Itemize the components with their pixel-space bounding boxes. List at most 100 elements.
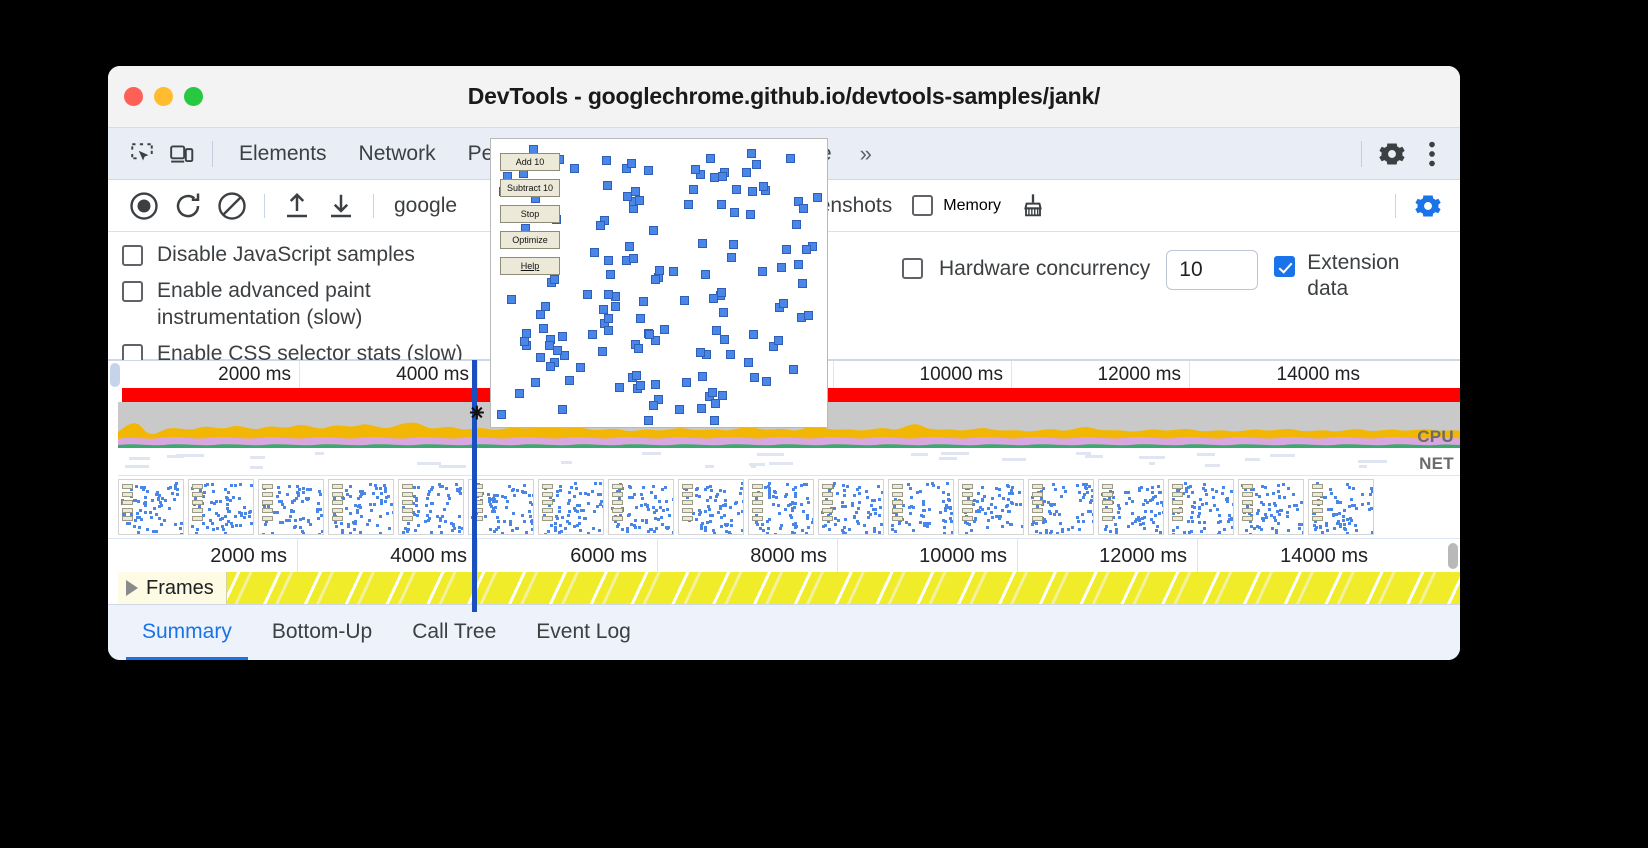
filmstrip-thumbnail[interactable] [1028, 479, 1094, 535]
filmstrip-thumbnail[interactable] [1168, 479, 1234, 535]
setting-disable-js-samples[interactable]: Disable JavaScript samples [122, 242, 542, 269]
filmstrip-thumbnail[interactable] [888, 479, 954, 535]
filmstrip-thumbnail[interactable] [538, 479, 604, 535]
filmstrip-dot [1201, 486, 1205, 490]
minimize-window-button[interactable] [154, 87, 173, 106]
disable-js-samples-checkbox[interactable] [122, 245, 143, 266]
filmstrip-mini-button [682, 508, 693, 513]
filmstrip-dot [211, 527, 215, 531]
filmstrip-dot [379, 492, 383, 496]
traffic-light-buttons[interactable] [124, 87, 203, 106]
subtract-10-button[interactable]: Subtract 10 [500, 179, 561, 197]
tab-bottom-up[interactable]: Bottom-Up [256, 605, 388, 661]
hardware-concurrency-checkbox[interactable] [902, 258, 923, 279]
filmstrip-thumbnail[interactable] [748, 479, 814, 535]
hardware-concurrency-input[interactable]: 10 [1166, 250, 1259, 290]
memory-checkbox-box[interactable] [912, 195, 934, 216]
filmstrip-thumbnail[interactable] [958, 479, 1024, 535]
filmstrip-dot [510, 529, 514, 533]
extension-data-checkbox[interactable] [1274, 256, 1296, 277]
device-toolbar-icon[interactable] [162, 134, 202, 174]
filmstrip-thumbnail[interactable] [678, 479, 744, 535]
flame-chart-scrollbar[interactable] [1448, 543, 1458, 569]
filmstrip-dot [570, 485, 574, 489]
filmstrip-thumbnail[interactable] [1238, 479, 1304, 535]
filmstrip-dot [1349, 497, 1353, 501]
filmstrip-thumbnail[interactable] [118, 479, 184, 535]
filmstrip-dot [843, 494, 847, 498]
load-profile-icon[interactable] [275, 184, 319, 228]
filmstrip-thumbnail[interactable] [1308, 479, 1374, 535]
tab-event-log[interactable]: Event Log [520, 605, 647, 661]
jank-demo-dot [655, 265, 665, 275]
jank-demo-dot [644, 166, 654, 176]
filmstrip-dot [301, 529, 305, 533]
zoom-window-button[interactable] [184, 87, 203, 106]
capture-settings-gear-icon[interactable] [1406, 184, 1450, 228]
stop-button[interactable]: Stop [500, 205, 561, 223]
jank-demo-overlay[interactable]: Add 10 Subtract 10 Stop Optimize Help [490, 138, 828, 428]
filmstrip-thumbnail[interactable] [328, 479, 394, 535]
tab-network[interactable]: Network [343, 128, 452, 180]
filmstrip-dot [729, 505, 732, 509]
tab-summary[interactable]: Summary [126, 605, 248, 660]
advanced-paint-checkbox[interactable] [122, 280, 143, 302]
frames-track-header[interactable]: Frames [118, 572, 227, 604]
network-band[interactable]: NET [118, 448, 1460, 476]
filmstrip-dot [1231, 502, 1233, 506]
tab-call-tree[interactable]: Call Tree [396, 605, 512, 661]
filmstrip-dot [927, 508, 931, 512]
filmstrip-thumbnail[interactable] [1098, 479, 1164, 535]
trash-broom-icon[interactable] [1011, 184, 1055, 228]
filmstrip-dot [1130, 522, 1134, 526]
more-options-icon[interactable] [1412, 134, 1452, 174]
filmstrip-dot [665, 526, 669, 530]
filmstrip-dot [1045, 528, 1049, 532]
extension-data-setting[interactable]: Extension data [1274, 250, 1422, 303]
filmstrip-dot [154, 513, 158, 517]
overview-window-left-handle[interactable] [110, 363, 120, 387]
clear-icon[interactable] [210, 184, 254, 228]
filmstrip-dot [484, 515, 488, 519]
filmstrip-dot [238, 482, 242, 486]
filmstrip-dot [1006, 498, 1010, 502]
memory-checkbox[interactable]: Memory [912, 195, 1001, 216]
filmstrip-dot [760, 523, 764, 527]
filmstrip-mini-button [122, 484, 133, 489]
filmstrip-dot [416, 485, 420, 489]
tab-elements[interactable]: Elements [223, 128, 343, 180]
record-icon[interactable] [122, 184, 166, 228]
settings-gear-icon[interactable] [1372, 134, 1412, 174]
optimize-button[interactable]: Optimize [500, 231, 561, 249]
reload-and-record-icon[interactable] [166, 184, 210, 228]
jank-demo-dot [560, 350, 570, 360]
setting-advanced-paint[interactable]: Enable advanced paint instrumentation (s… [122, 278, 542, 332]
save-profile-icon[interactable] [319, 184, 363, 228]
filmstrip-dot [1198, 521, 1202, 525]
filmstrip-dot [1050, 529, 1054, 533]
filmstrip-dot [850, 501, 854, 505]
filmstrip-dot [447, 497, 451, 501]
filmstrip-thumbnail[interactable] [468, 479, 534, 535]
inspect-element-icon[interactable] [122, 134, 162, 174]
filmstrip-thumbnail[interactable] [608, 479, 674, 535]
filmstrip-dot [1270, 514, 1274, 518]
filmstrip-thumbnail[interactable] [818, 479, 884, 535]
filmstrip-thumbnail[interactable] [258, 479, 324, 535]
close-window-button[interactable] [124, 87, 143, 106]
jank-demo-dot [691, 165, 701, 175]
timeline-ruler-bottom[interactable]: 2000 ms 4000 ms 6000 ms 8000 ms 10000 ms… [108, 538, 1460, 572]
filmstrip-track[interactable] [118, 476, 1460, 538]
filmstrip-thumbnail[interactable] [398, 479, 464, 535]
filmstrip-dot [1276, 483, 1280, 487]
add-10-button[interactable]: Add 10 [500, 153, 561, 171]
frames-track[interactable]: Frames [118, 572, 1460, 604]
filmstrip-thumbnail[interactable] [188, 479, 254, 535]
filmstrip-dot [159, 500, 163, 504]
more-tabs-icon[interactable]: » [848, 128, 882, 180]
filmstrip-dot [986, 506, 990, 510]
filmstrip-dot [339, 521, 343, 525]
filmstrip-dot [494, 505, 498, 509]
filmstrip-dot [1075, 484, 1079, 488]
help-button[interactable]: Help [500, 257, 561, 275]
